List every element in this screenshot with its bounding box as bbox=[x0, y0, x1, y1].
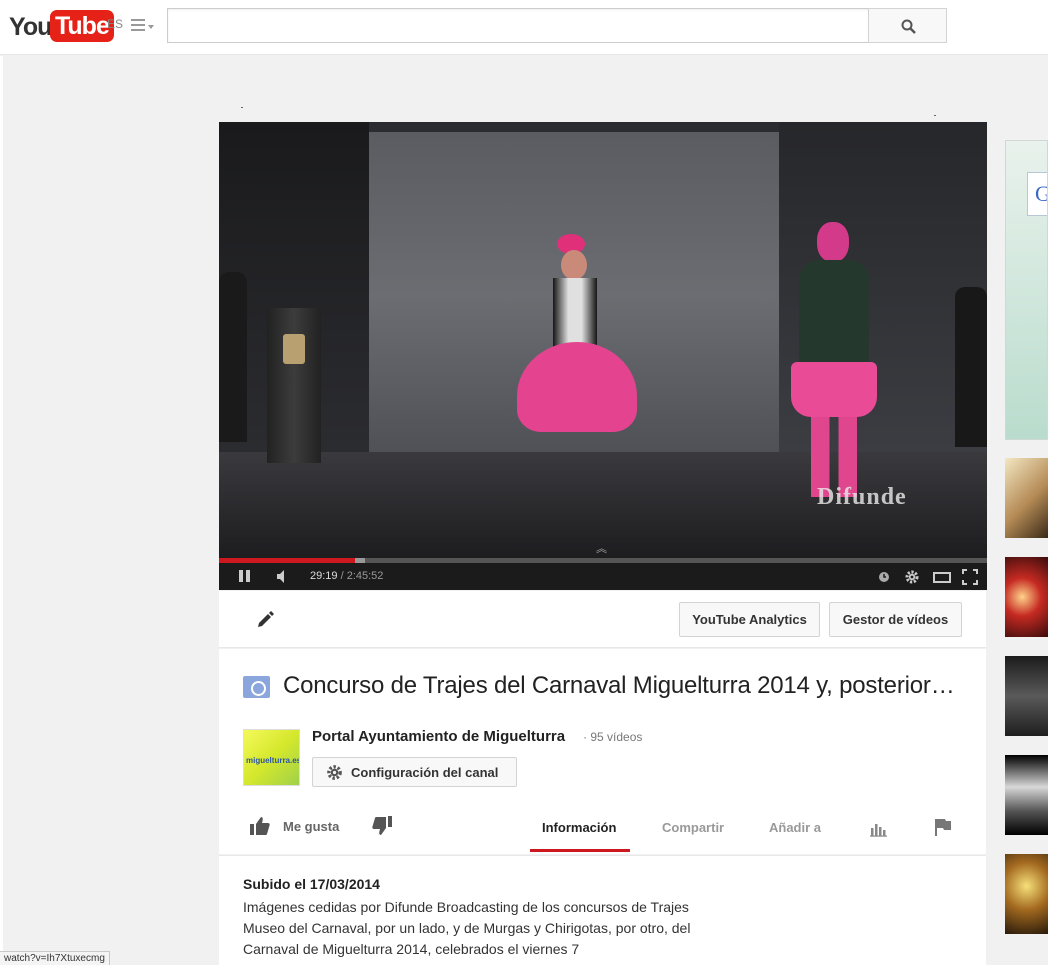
like-label: Me gusta bbox=[283, 818, 340, 834]
performer-silhouette bbox=[219, 272, 247, 442]
pencil-icon[interactable] bbox=[255, 610, 275, 630]
watch-later-icon[interactable] bbox=[875, 568, 893, 586]
player-controls: 29:19 / 2:45:52 bbox=[219, 563, 987, 590]
tab-add-to[interactable]: Añadir a bbox=[769, 820, 821, 835]
settings-gear-icon[interactable] bbox=[903, 568, 921, 586]
video-frame[interactable]: Difunde ︽ bbox=[219, 122, 987, 558]
logo-tube-text: Tube bbox=[50, 10, 114, 42]
theater-mode-icon[interactable] bbox=[932, 568, 951, 586]
dot-marker bbox=[934, 115, 936, 116]
region-code: ES bbox=[107, 17, 124, 31]
gear-icon bbox=[327, 764, 342, 780]
time-display: 29:19 / 2:45:52 bbox=[310, 570, 383, 582]
related-video-thumbnail[interactable] bbox=[1005, 656, 1048, 736]
channel-avatar-text: miguelturra.es bbox=[246, 756, 300, 765]
guide-edge bbox=[0, 56, 3, 965]
duration: 2:45:52 bbox=[346, 570, 384, 582]
caret-down-icon bbox=[148, 25, 154, 29]
video-manager-button[interactable]: Gestor de vídeos bbox=[829, 602, 962, 637]
lectern-emblem bbox=[283, 334, 305, 364]
channel-settings-label: Configuración del canal bbox=[351, 764, 499, 780]
channel-name-link[interactable]: Portal Ayuntamiento de Miguelturra bbox=[312, 728, 565, 745]
youtube-analytics-button[interactable]: YouTube Analytics bbox=[679, 602, 820, 637]
channel-avatar[interactable]: miguelturra.es bbox=[243, 729, 300, 786]
thumbs-up-icon bbox=[250, 817, 270, 835]
time-separator: / bbox=[337, 570, 347, 582]
volume-icon[interactable] bbox=[275, 563, 295, 590]
video-title: Concurso de Trajes del Carnaval Migueltu… bbox=[283, 672, 973, 699]
pause-icon[interactable] bbox=[237, 563, 255, 590]
lectern bbox=[267, 308, 321, 463]
active-tab-indicator bbox=[530, 849, 630, 852]
related-video-thumbnail[interactable] bbox=[1005, 557, 1048, 637]
video-watermark: Difunde bbox=[817, 484, 907, 510]
channel-video-count: · 95 vídeos bbox=[583, 730, 643, 744]
video-description: Imágenes cedidas por Difunde Broadcastin… bbox=[243, 899, 691, 957]
thumbs-down-icon bbox=[372, 816, 392, 835]
video-player[interactable]: Difunde ︽ 29:19 / 2:45:52 bbox=[219, 122, 987, 590]
ad-content-box: G bbox=[1027, 172, 1047, 216]
search-input[interactable] bbox=[167, 8, 869, 43]
related-video-thumbnail[interactable] bbox=[1005, 458, 1048, 538]
dancer-figure bbox=[509, 234, 649, 467]
fullscreen-icon[interactable] bbox=[961, 568, 979, 586]
description-panel: Subido el 17/03/2014 Imágenes cedidas po… bbox=[219, 855, 986, 965]
owner-toolbar: YouTube Analytics Gestor de vídeos bbox=[219, 591, 986, 648]
guide-menu-button[interactable] bbox=[131, 17, 159, 35]
dislike-button[interactable] bbox=[371, 815, 393, 837]
tab-information[interactable]: Información bbox=[542, 820, 616, 835]
tab-share[interactable]: Compartir bbox=[662, 820, 724, 835]
dancer-figure bbox=[789, 222, 879, 512]
channel-settings-button[interactable]: Configuración del canal bbox=[312, 757, 517, 787]
ad-logo-icon: G bbox=[1035, 181, 1047, 207]
like-button[interactable]: Me gusta bbox=[249, 815, 339, 837]
statistics-icon[interactable] bbox=[870, 819, 888, 837]
current-time: 29:19 bbox=[310, 570, 338, 582]
video-info-panel: Concurso de Trajes del Carnaval Migueltu… bbox=[219, 649, 986, 854]
dot-marker bbox=[241, 107, 243, 108]
chevron-up-icon: ︽ bbox=[596, 543, 607, 555]
flag-icon[interactable] bbox=[933, 817, 953, 837]
logo-you-text: You bbox=[9, 13, 52, 41]
related-video-thumbnail[interactable] bbox=[1005, 854, 1048, 934]
hamburger-icon bbox=[131, 19, 145, 21]
search-button[interactable] bbox=[868, 8, 947, 43]
upload-date: Subido el 17/03/2014 bbox=[243, 876, 380, 892]
private-video-icon bbox=[243, 676, 270, 698]
status-bar-url: watch?v=Ih7Xtuxecmg bbox=[0, 951, 110, 965]
related-video-thumbnail[interactable] bbox=[1005, 755, 1048, 835]
performer-silhouette bbox=[955, 287, 987, 447]
search-icon bbox=[901, 19, 916, 34]
sidebar-ad[interactable]: G bbox=[1005, 140, 1048, 440]
masthead: You Tube ES bbox=[0, 0, 1048, 55]
